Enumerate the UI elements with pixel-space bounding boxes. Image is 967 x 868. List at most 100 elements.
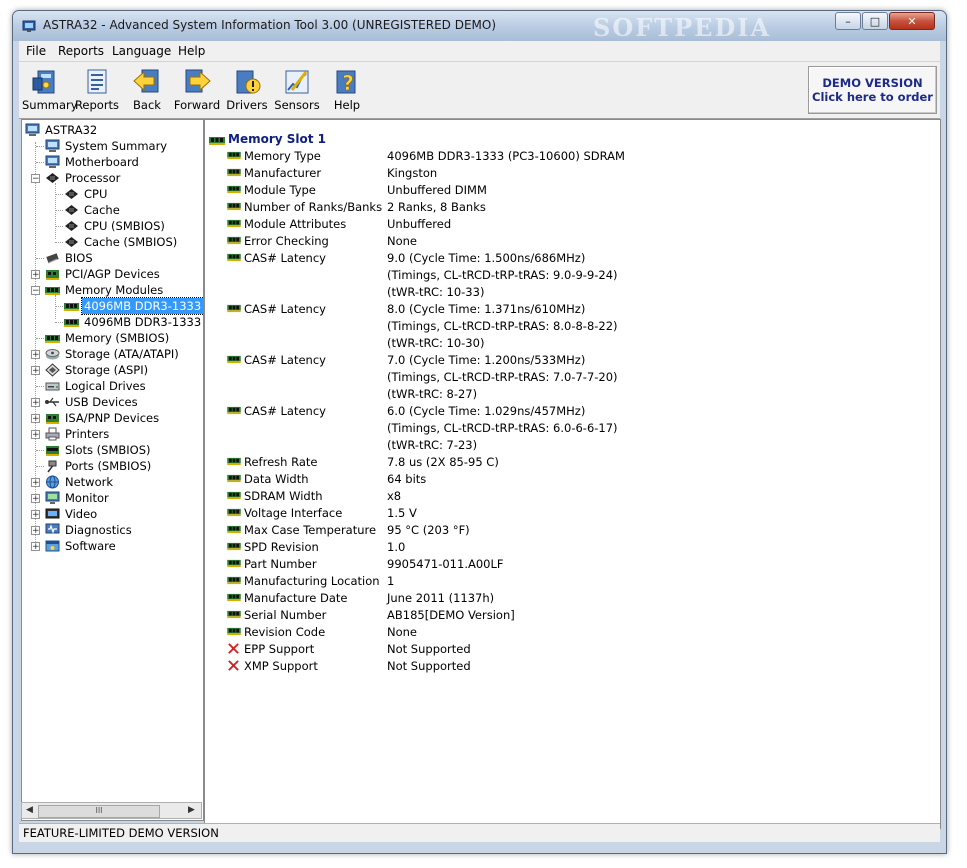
toolbar: Summary Reports Back Forward Drivers Sen… (19, 62, 940, 119)
memory-icon (64, 319, 79, 327)
summary-button[interactable]: Summary (22, 64, 78, 116)
detail-row: Manufacturing Location 1 (205, 573, 925, 590)
expand-icon[interactable]: + (31, 526, 40, 536)
property-label: Number of Ranks/Banks (244, 200, 383, 214)
order-link-text: Click here to order (812, 90, 933, 104)
property-value: Unbuffered DIMM (387, 183, 487, 197)
property-label: Memory Type (244, 149, 321, 163)
collapse-icon[interactable]: − (31, 174, 40, 184)
property-value: 64 bits (387, 472, 427, 486)
property-value: 7.8 us (2X 85-95 C) (387, 455, 499, 469)
property-value: 4096MB DDR3-1333 (PC3-10600) SDRAM (387, 149, 625, 163)
detail-row: Memory Type 4096MB DDR3-1333 (PC3-10600) … (205, 148, 925, 165)
detail-row: Manufacturer Kingston (205, 165, 925, 182)
detail-row-continuation: (tWR-tRC: 10-33) (205, 284, 925, 301)
detail-row: Module Type Unbuffered DIMM (205, 182, 925, 199)
expand-icon[interactable]: + (31, 270, 40, 280)
network-icon (46, 475, 59, 489)
memory-icon (227, 202, 241, 211)
detail-panel: Memory Slot 1 Memory Type 4096MB DDR3-133… (204, 119, 941, 829)
memory-icon (227, 304, 241, 313)
tree-item-label: Printers (65, 427, 110, 441)
memory-icon (227, 168, 241, 177)
scroll-left-arrow[interactable]: ◀ (26, 805, 33, 815)
minimize-button[interactable]: – (835, 12, 861, 30)
title-bar[interactable]: ASTRA32 - Advanced System Information To… (13, 11, 946, 42)
forward-arrow-icon (185, 69, 211, 93)
memory-icon (227, 457, 241, 466)
detail-row: Serial Number AB185[DEMO Version] (205, 607, 925, 624)
reports-label: Reports (74, 98, 120, 112)
property-label: Max Case Temperature (244, 523, 377, 537)
slot-icon (46, 446, 59, 456)
property-label: Revision Code (244, 625, 326, 639)
cross-icon (228, 660, 239, 671)
device-tree[interactable]: ASTRA32 System Summary Motherboard − Proces… (21, 119, 204, 821)
tree-item-label: 4096MB DDR3-1333 (P (84, 315, 204, 329)
sensors-button[interactable]: Sensors (272, 64, 322, 116)
memory-icon (227, 474, 241, 483)
tree-item-label: Memory Modules (65, 283, 164, 297)
drivers-button[interactable]: Drivers (222, 64, 272, 116)
detail-row: Error Checking None (205, 233, 925, 250)
detail-row: SPD Revision 1.0 (205, 539, 925, 556)
sensors-label: Sensors (274, 98, 320, 112)
tree-item-label: Monitor (65, 491, 109, 505)
menu-file[interactable]: File (26, 44, 46, 58)
reports-button[interactable]: Reports (72, 64, 122, 116)
property-label: Error Checking (244, 234, 329, 248)
help-button[interactable]: ? Help (322, 64, 372, 116)
detail-row: Revision Code None (205, 624, 925, 641)
property-label: SPD Revision (244, 540, 319, 554)
property-label: Manufacturer (244, 166, 322, 180)
memory-icon (227, 253, 241, 262)
diamond-icon (45, 363, 60, 377)
tree-item-label: Software (65, 539, 116, 553)
expand-icon[interactable]: + (31, 542, 40, 552)
menu-reports[interactable]: Reports (58, 44, 104, 58)
help-icon: ? (336, 70, 356, 95)
scroll-right-arrow[interactable]: ▶ (188, 805, 195, 815)
property-value: (Timings, CL-tRCD-tRP-tRAS: 8.0-8-8-22) (387, 319, 618, 333)
demo-version-order-button[interactable]: DEMO VERSION Click here to order (808, 66, 937, 114)
detail-row: Max Case Temperature 95 °C (203 °F) (205, 522, 925, 539)
memory-icon (227, 525, 241, 534)
property-value: AB185[DEMO Version] (387, 608, 515, 622)
expand-icon[interactable]: + (31, 398, 40, 408)
close-button[interactable]: ✕ (889, 12, 935, 30)
scroll-thumb[interactable]: III (38, 805, 160, 818)
maximize-button[interactable]: □ (862, 12, 888, 30)
collapse-icon[interactable]: − (31, 286, 40, 296)
menu-language[interactable]: Language (112, 44, 171, 58)
forward-button[interactable]: Forward (172, 64, 222, 116)
memory-icon (227, 355, 241, 364)
detail-row: Number of Ranks/Banks 2 Ranks, 8 Banks (205, 199, 925, 216)
tree-item-label: ISA/PNP Devices (65, 411, 160, 425)
expand-icon[interactable]: + (31, 350, 40, 360)
detail-row: SDRAM Width x8 (205, 488, 925, 505)
expand-icon[interactable]: + (31, 430, 40, 440)
detail-row: EPP Support Not Supported (205, 641, 925, 658)
tree-item-label: Storage (ATA/ATAPI) (65, 347, 179, 361)
expand-icon[interactable]: + (31, 366, 40, 376)
detail-row: Refresh Rate 7.8 us (2X 85-95 C) (205, 454, 925, 471)
expand-icon[interactable]: + (31, 478, 40, 488)
expand-icon[interactable]: + (31, 414, 40, 424)
tree-horizontal-scrollbar[interactable]: ◀ III ▶ (21, 802, 202, 819)
detail-row-continuation: (Timings, CL-tRCD-tRP-tRAS: 6.0-6-6-17) (205, 420, 925, 437)
usb-icon (45, 397, 59, 407)
drivers-icon (236, 70, 261, 94)
tree-item-label: Network (65, 475, 114, 489)
menu-help[interactable]: Help (178, 44, 205, 58)
chip-icon (65, 221, 78, 231)
detail-row-continuation: (Timings, CL-tRCD-tRP-tRAS: 7.0-7-7-20) (205, 369, 925, 386)
property-value: (tWR-tRC: 8-27) (387, 387, 478, 401)
tree-item-label: Processor (65, 171, 121, 185)
expand-icon[interactable]: + (31, 494, 40, 504)
detail-row: Part Number 9905471-011.A00LF (205, 556, 925, 573)
expand-icon[interactable]: + (31, 510, 40, 520)
property-value: 1.5 V (387, 506, 417, 520)
memory-icon (227, 508, 241, 517)
property-value: 8.0 (Cycle Time: 1.371ns/610MHz) (387, 302, 586, 316)
back-button[interactable]: Back (122, 64, 172, 116)
